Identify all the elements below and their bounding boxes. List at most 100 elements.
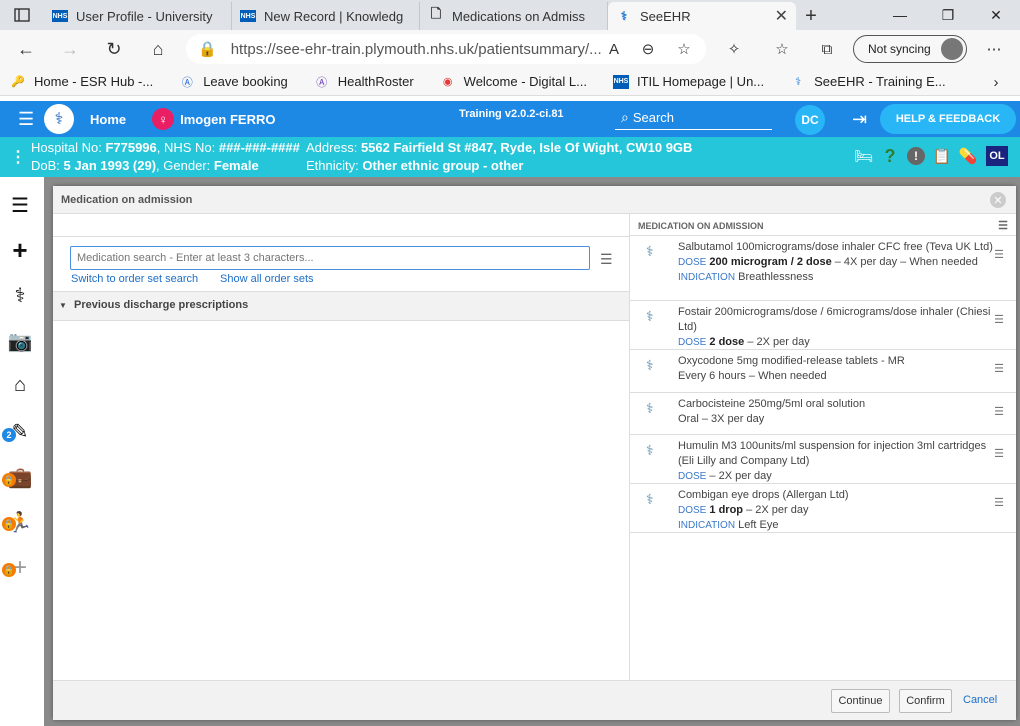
medication-item[interactable]: ⚕ Oxycodone 5mg modified-release tablets… — [630, 350, 1016, 393]
medication-item[interactable]: ⚕ Carbocisteine 250mg/5ml oral solution … — [630, 393, 1016, 435]
hamburger-menu-icon[interactable]: ☰ — [18, 109, 40, 130]
switch-order-set-link[interactable]: Switch to order set search — [71, 273, 198, 285]
alert-icon[interactable]: ! — [904, 145, 928, 167]
favorite-link[interactable]: ⚕ SeeEHR - Training E... — [790, 74, 945, 89]
menu-icon[interactable]: ☰ — [600, 251, 613, 268]
favorite-link[interactable]: Ⓐ HealthRoster — [314, 74, 413, 89]
new-tab-button[interactable]: + — [796, 2, 826, 30]
home-link[interactable]: Home — [90, 112, 126, 127]
ol-badge[interactable]: OL — [986, 146, 1008, 166]
stethoscope-icon[interactable]: ⚕ — [6, 281, 34, 309]
show-all-order-sets-link[interactable]: Show all order sets — [220, 273, 314, 285]
medication-search-input[interactable] — [70, 246, 590, 270]
cancel-link[interactable]: Cancel — [963, 694, 997, 706]
drag-handle-icon[interactable]: ☰ — [994, 496, 1004, 511]
drag-handle-icon[interactable]: ☰ — [994, 362, 1004, 377]
nhs-favicon: NHS — [240, 10, 256, 22]
address-bar-row: ← → ↻ ⌂ 🔒 https://see-ehr-train.plymouth… — [0, 30, 1020, 68]
refresh-icon[interactable]: ↻ — [92, 30, 136, 68]
user-avatar[interactable]: DC — [795, 105, 825, 135]
restore-icon[interactable]: ❐ — [924, 0, 972, 30]
seeehr-favicon: ⚕ — [620, 9, 628, 23]
address-label: Address: — [306, 140, 358, 155]
browser-tab[interactable]: NHS User Profile - University — [44, 2, 232, 30]
hospital-icon[interactable]: ⌂ — [6, 371, 34, 399]
letter-a-icon: Ⓐ — [181, 76, 193, 89]
browser-tab[interactable]: 🗋 Medications on Admiss — [420, 2, 608, 30]
collections-icon[interactable]: ⧉ — [815, 37, 839, 61]
nhs-no: ###-###-#### — [218, 140, 300, 155]
previous-discharge-toggle[interactable]: ▼ Previous discharge prescriptions — [53, 291, 629, 321]
browser-tab[interactable]: NHS New Record | Knowledg — [232, 2, 420, 30]
clipboard-icon[interactable]: 📋 — [930, 145, 954, 167]
favorite-link[interactable]: Ⓐ Leave booking — [179, 74, 288, 89]
frequency: – 2X per day — [743, 504, 809, 516]
medication-frequency-line: Oral – 3X per day — [678, 413, 765, 425]
left-sidebar: ☰ + ⚕ 📷 ⌂ ✎ 2 💼 🔒 🏃 🔒 + 🔒 — [0, 177, 44, 726]
drag-handle-icon[interactable]: ☰ — [994, 447, 1004, 462]
favorite-link[interactable]: 🔑 Home - ESR Hub -... — [10, 74, 153, 89]
zoom-icon[interactable]: ⊖ — [636, 37, 660, 61]
profile-sync-button[interactable]: Not syncing — [853, 35, 967, 63]
dose-label: DOSE — [678, 505, 707, 516]
read-aloud-icon[interactable]: A — [602, 37, 626, 61]
drag-handle-icon[interactable]: ☰ — [994, 248, 1004, 263]
home-icon[interactable]: ⌂ — [136, 30, 180, 68]
question-icon[interactable]: ? — [878, 145, 902, 167]
logout-icon[interactable]: ⇥ — [852, 109, 867, 130]
close-modal-icon[interactable]: ✕ — [990, 192, 1006, 208]
medication-name: Combigan eye drops (Allergan Ltd) — [678, 489, 849, 501]
medication-dose-line: DOSE 2 dose – 2X per day — [678, 335, 994, 350]
medication-item[interactable]: ⚕ Salbutamol 100micrograms/dose inhaler … — [630, 236, 1016, 301]
extensions-icon[interactable]: ✧ — [722, 37, 746, 61]
favorite-link[interactable]: ◉ Welcome - Digital L... — [440, 74, 587, 89]
favorite-link[interactable]: NHS ITIL Homepage | Un... — [612, 74, 764, 89]
bed-icon[interactable]: 🛏 — [852, 145, 876, 167]
seeehr-logo-icon[interactable]: ⚕ — [44, 104, 74, 134]
indication-label: INDICATION — [678, 520, 736, 531]
ethnicity-label: Ethnicity: — [306, 158, 359, 173]
medication-icon: ⚕ — [646, 400, 654, 416]
close-tab-icon[interactable]: ✕ — [775, 6, 788, 26]
banner-icons: 🛏 ? ! 📋 💊 OL — [852, 145, 1008, 167]
continue-button[interactable]: Continue — [831, 689, 890, 713]
more-menu-icon[interactable]: ⋯ — [982, 37, 1006, 61]
add-favorite-icon[interactable]: ☆ — [672, 37, 696, 61]
medication-item[interactable]: ⚕ Combigan eye drops (Allergan Ltd) DOSE… — [630, 484, 1016, 533]
lock-badge-icon: 🔒 — [2, 517, 16, 531]
help-feedback-button[interactable]: HELP & FEEDBACK — [880, 104, 1016, 134]
ethnicity-row: Ethnicity: Other ethnic group - other — [306, 158, 523, 173]
camera-icon[interactable]: 📷 — [6, 327, 34, 355]
url-field[interactable]: 🔒 https://see-ehr-train.plymouth.nhs.uk/… — [186, 34, 706, 64]
search-icon: ⌕ — [621, 109, 629, 125]
hospital-no: F775996 — [105, 140, 157, 155]
medication-icon: ⚕ — [646, 491, 654, 507]
tab-actions-icon[interactable] — [0, 0, 44, 30]
add-icon[interactable]: + — [6, 235, 34, 265]
medication-icon: ⚕ — [646, 357, 654, 373]
nhs-favicon: NHS — [612, 74, 629, 89]
chevron-right-icon[interactable]: › — [984, 70, 1008, 94]
drag-handle-icon[interactable]: ☰ — [994, 405, 1004, 420]
ehr-search[interactable]: ⌕ Search — [615, 106, 772, 130]
menu-icon[interactable]: ☰ — [998, 219, 1008, 232]
window-close-icon[interactable]: ✕ — [972, 0, 1020, 30]
patient-chip[interactable]: ♀ Imogen FERRO — [152, 108, 275, 130]
drag-handle-icon[interactable]: ☰ — [994, 313, 1004, 328]
search-row: ☰ Switch to order set search Show all or… — [53, 236, 629, 290]
patient-female-icon: ♀ — [152, 108, 175, 130]
medication-item[interactable]: ⚕ Fostair 200micrograms/dose / 6microgra… — [630, 301, 1016, 350]
banner-menu-icon[interactable]: ⋮ — [10, 147, 26, 167]
minimize-icon[interactable]: — — [876, 0, 924, 30]
forward-icon[interactable]: → — [48, 30, 92, 68]
tab-title: User Profile - University — [76, 8, 213, 24]
pill-icon[interactable]: 💊 — [956, 145, 980, 167]
seeehr-favicon: ⚕ — [795, 76, 802, 88]
circle-icon: ◉ — [442, 76, 453, 88]
back-icon[interactable]: ← — [4, 30, 48, 68]
list-icon[interactable]: ☰ — [6, 191, 34, 219]
favorites-icon[interactable]: ☆ — [770, 37, 794, 61]
medication-item[interactable]: ⚕ Humulin M3 100units/ml suspension for … — [630, 435, 1016, 484]
browser-tab-active[interactable]: ⚕ SeeEHR ✕ — [608, 2, 796, 30]
confirm-button[interactable]: Confirm — [899, 689, 952, 713]
